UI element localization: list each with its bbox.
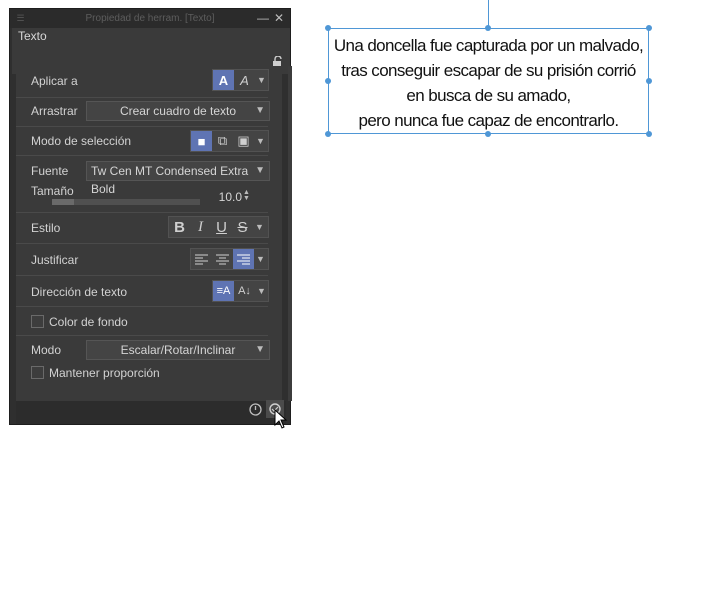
resize-handle[interactable]	[325, 25, 331, 31]
scrollbar[interactable]	[288, 66, 292, 401]
divider	[16, 212, 268, 213]
resize-handle[interactable]	[646, 78, 652, 84]
justify-group: ▼	[190, 248, 269, 270]
panel-titlebar[interactable]: ☰ Propiedad de herram. [Texto] — ✕	[10, 9, 290, 28]
divider	[16, 155, 268, 156]
style-group: B I U S ▼	[168, 216, 269, 238]
panel-footer	[16, 401, 286, 424]
bold-button[interactable]: B	[169, 217, 190, 237]
direction-label: Dirección de texto	[31, 285, 128, 299]
mode-value: Escalar/Rotar/Inclinar	[120, 343, 236, 357]
chevron-down-icon[interactable]: ▼	[254, 131, 267, 151]
strike-button[interactable]: S	[232, 217, 253, 237]
add-selection-icon[interactable]: ⧉	[212, 131, 233, 151]
selection-mode-group: ■ ⧉ ▣ ▼	[190, 130, 269, 152]
text-box[interactable]: Una doncella fue capturada por un malvad…	[328, 28, 649, 134]
chevron-down-icon: ▼	[255, 165, 265, 176]
text-line: Una doncella fue capturada por un malvad…	[333, 36, 644, 55]
panel-title: Propiedad de herram. [Texto]	[85, 13, 215, 24]
reset-icon[interactable]	[248, 402, 263, 417]
drag-dropdown[interactable]: Crear cuadro de texto ▼	[86, 101, 270, 121]
resize-handle[interactable]	[325, 78, 331, 84]
divider	[16, 306, 268, 307]
divider	[16, 243, 268, 244]
spinner-icon[interactable]: ▲ ▼	[243, 189, 250, 202]
mode-dropdown[interactable]: Escalar/Rotar/Inclinar ▼	[86, 340, 270, 360]
underline-button[interactable]: U	[211, 217, 232, 237]
rotation-handle-line[interactable]	[488, 0, 489, 27]
divider	[16, 335, 268, 336]
divider	[16, 97, 268, 98]
new-selection-icon[interactable]: ■	[191, 131, 212, 151]
background-label: Color de fondo	[49, 315, 128, 329]
close-button[interactable]: ✕	[272, 9, 286, 28]
chevron-down-icon: ▼	[255, 105, 265, 116]
style-label: Estilo	[31, 221, 61, 235]
keep-ratio-label: Mantener proporción	[49, 366, 160, 380]
justify-label: Justificar	[31, 253, 79, 267]
vertical-text-icon[interactable]: A↓	[234, 281, 255, 301]
size-label: Tamaño	[31, 184, 74, 198]
align-center-icon[interactable]	[212, 249, 233, 269]
resize-handle[interactable]	[325, 131, 331, 137]
chevron-down-icon[interactable]: ▼	[253, 217, 266, 237]
align-left-icon[interactable]	[191, 249, 212, 269]
drag-label: Arrastrar	[31, 104, 78, 118]
resize-handle[interactable]	[485, 25, 491, 31]
text-fill-icon[interactable]: A	[213, 70, 234, 90]
text-line: en busca de su amado,	[406, 86, 571, 105]
divider	[16, 126, 268, 127]
horizontal-text-icon[interactable]: ≡A	[213, 281, 234, 301]
intersect-selection-icon[interactable]: ▣	[233, 131, 254, 151]
italic-button[interactable]: I	[190, 217, 211, 237]
mouse-cursor-icon	[274, 409, 288, 429]
minimize-button[interactable]: —	[256, 9, 270, 28]
mode-label: Modo	[31, 343, 62, 357]
text-line: pero nunca fue capaz de encontrarlo.	[358, 111, 619, 130]
chevron-down-icon[interactable]: ▼	[254, 249, 267, 269]
divider	[16, 275, 268, 276]
chevron-down-icon: ▼	[255, 344, 265, 355]
chevron-down-icon[interactable]: ▼	[255, 70, 268, 90]
tab-label: Texto	[18, 29, 47, 43]
resize-handle[interactable]	[485, 131, 491, 137]
chevron-down-icon[interactable]: ▼	[255, 281, 268, 301]
text-line: tras conseguir escapar de su prisión cor…	[341, 61, 636, 80]
size-slider-fill	[52, 199, 74, 205]
align-right-icon[interactable]	[233, 249, 254, 269]
background-checkbox[interactable]	[31, 315, 44, 328]
size-value[interactable]: 10.0	[205, 190, 242, 204]
text-outline-icon[interactable]: A	[234, 70, 255, 90]
keep-ratio-checkbox[interactable]	[31, 366, 44, 379]
direction-group: ≡A A↓ ▼	[212, 280, 269, 302]
resize-handle[interactable]	[646, 131, 652, 137]
size-slider[interactable]	[52, 199, 200, 205]
apply-to-group: A A ▼	[212, 69, 269, 91]
drag-value: Crear cuadro de texto	[119, 104, 237, 118]
resize-handle[interactable]	[646, 25, 652, 31]
font-dropdown[interactable]: Tw Cen MT Condensed Extra Bold ▼	[86, 161, 270, 196]
selection-mode-label: Modo de selección	[31, 134, 132, 148]
apply-to-label: Aplicar a	[31, 74, 78, 88]
font-label: Fuente	[31, 164, 69, 178]
grip-icon[interactable]: ☰	[16, 14, 25, 23]
